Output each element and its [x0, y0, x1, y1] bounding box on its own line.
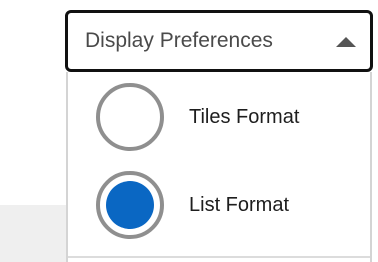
page: Display Preferences Tiles Format List Fo… [0, 0, 378, 262]
background-panel [0, 205, 68, 262]
menu-divider [68, 256, 370, 258]
tiles-format-label: Tiles Format [189, 105, 300, 128]
list-format-label: List Format [189, 193, 290, 216]
display-preferences-menu: Tiles Format List Format [66, 72, 372, 262]
tiles-format-option[interactable]: Tiles Format [96, 83, 299, 151]
tiles-format-radio[interactable] [96, 83, 164, 151]
display-preferences-dropdown-toggle[interactable]: Display Preferences [65, 10, 373, 72]
list-format-option[interactable]: List Format [96, 171, 289, 239]
caret-up-icon [336, 37, 356, 47]
radio-selected-indicator [106, 181, 154, 229]
display-preferences-label: Display Preferences [85, 29, 273, 52]
list-format-radio[interactable] [96, 171, 164, 239]
